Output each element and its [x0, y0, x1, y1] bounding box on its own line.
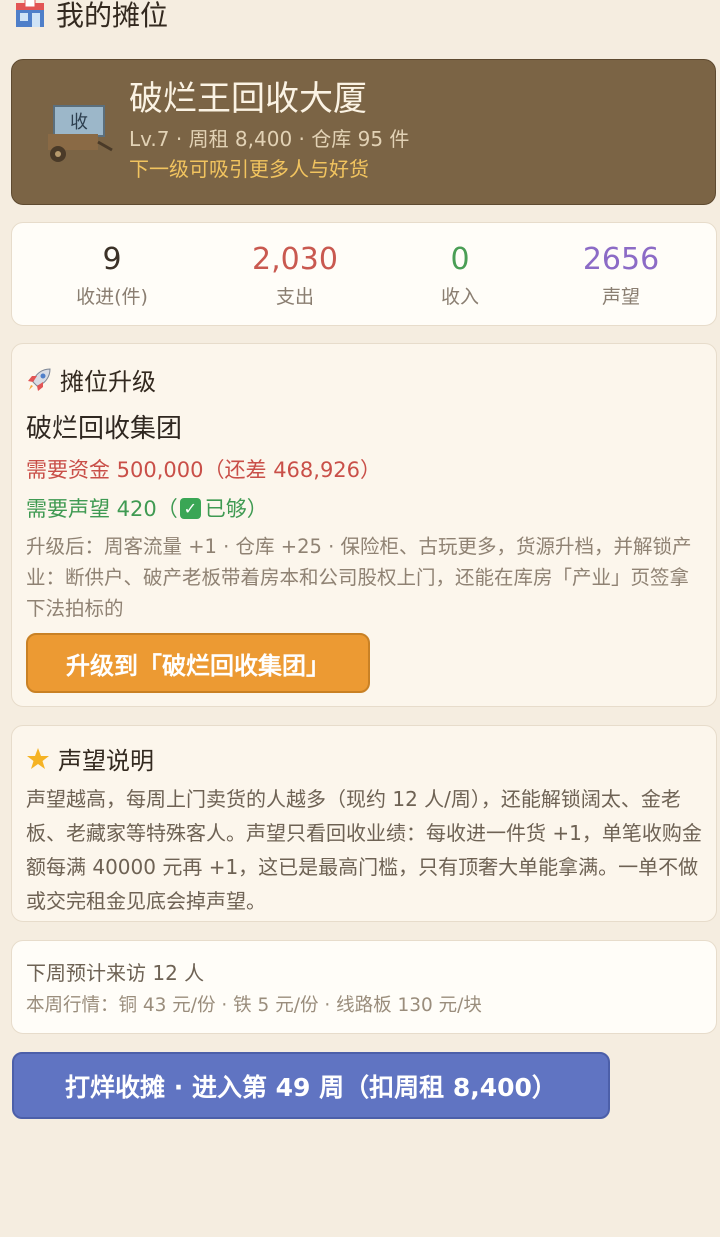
stall-card: 收 破烂王回收大厦 Lv.7 · 周租 8,400 · 仓库 95 件 下一级可… [11, 59, 716, 205]
required-reputation: 需要声望 420（ ✓ 已够） [26, 493, 268, 523]
stat-income: 0 收入 [390, 237, 530, 311]
visitor-forecast: 下周预计来访 12 人 [26, 961, 205, 985]
shop-icon [16, 0, 44, 27]
reputation-title: 声望说明 [26, 741, 154, 776]
stat-label: 声望 [601, 286, 640, 308]
stat-reputation: 2656 声望 [551, 237, 691, 311]
stat-value: 2,030 [252, 242, 338, 277]
upgrade-title: 摊位升级 [26, 362, 156, 397]
stat-value: 0 [450, 242, 470, 277]
required-funds: 需要资金 500,000（还差 468,926） [26, 458, 382, 482]
stall-meta: Lv.7 · 周租 8,400 · 仓库 95 件 [129, 127, 410, 151]
stats-panel: 9 收进(件) 2,030 支出 0 收入 2656 声望 [11, 222, 717, 326]
recycle-cart-icon: 收 [48, 105, 113, 162]
stall-name: 破烂王回收大厦 [129, 79, 367, 119]
stat-value: 2656 [582, 242, 660, 277]
required-reputation-label: 需要声望 420（ [26, 497, 178, 521]
upgrade-button[interactable]: 升级到「破烂回收集团」 [26, 633, 370, 693]
svg-text:收: 收 [70, 112, 88, 133]
upgrade-description: 升级后：周客流量 +1 · 仓库 +25 · 保险柜、古玩更多，货源升档，并解锁… [26, 535, 692, 620]
stat-label: 收入 [440, 286, 479, 308]
stat-value: 9 [102, 242, 122, 277]
forecast-card: 下周预计来访 12 人 本周行情：铜 43 元/份 · 铁 5 元/份 · 线路… [11, 940, 717, 1034]
stat-items: 9 收进(件) [42, 237, 182, 311]
reputation-card: 声望说明 声望越高，每周上门卖货的人越多（现约 12 人/周），还能解锁阔太、金… [11, 725, 717, 922]
stall-hint: 下一级可吸引更多人与好货 [129, 157, 369, 181]
reputation-text: 声望越高，每周上门卖货的人越多（现约 12 人/周），还能解锁阔太、金老板、老藏… [26, 787, 702, 913]
check-icon: ✓ [179, 497, 201, 519]
stat-label: 收进(件) [76, 286, 148, 308]
upgrade-title-text: 摊位升级 [60, 368, 156, 396]
upgrade-target: 破烂回收集团 [26, 414, 183, 444]
reputation-title-text: 声望说明 [58, 747, 154, 775]
page-title-text: 我的摊位 [56, 0, 169, 32]
stat-label: 支出 [275, 286, 314, 308]
page-title: 我的摊位 [14, 0, 168, 36]
end-week-button[interactable]: 打烊收摊 · 进入第 49 周（扣周租 8,400） [12, 1052, 610, 1119]
rocket-icon [28, 367, 51, 391]
star-icon [27, 747, 49, 769]
required-reputation-status: 已够） [204, 497, 268, 521]
market-prices: 本周行情：铜 43 元/份 · 铁 5 元/份 · 线路板 130 元/块 [26, 995, 482, 1016]
stat-expense: 2,030 支出 [225, 237, 365, 311]
upgrade-card: 摊位升级 破烂回收集团 需要资金 500,000（还差 468,926） 需要声… [11, 343, 717, 707]
